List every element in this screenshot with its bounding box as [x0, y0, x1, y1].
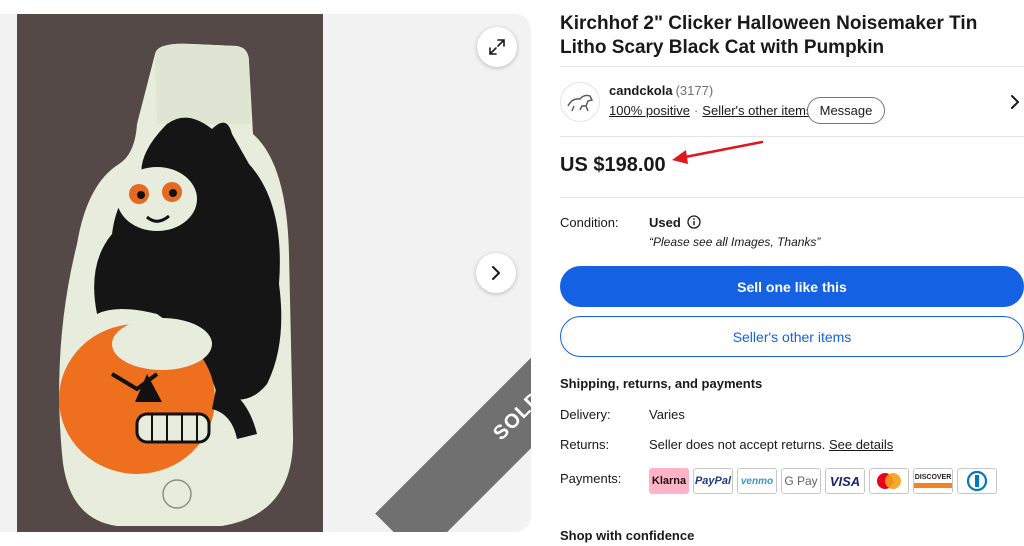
sold-ribbon: SOLD	[375, 273, 531, 532]
venmo-icon: venmo	[737, 468, 777, 494]
item-price: US $198.00	[560, 154, 666, 176]
condition-value-line: Used	[649, 215, 701, 230]
sold-label: SOLD	[488, 386, 531, 445]
seller-other-items-link[interactable]: Seller's other items	[702, 103, 812, 118]
message-button[interactable]: Message	[807, 97, 885, 124]
divider	[560, 197, 1024, 198]
product-photo[interactable]	[17, 14, 323, 532]
returns-row: Returns: Seller does not accept returns.…	[560, 437, 1024, 453]
horse-icon	[567, 94, 594, 112]
diners-club-icon	[957, 468, 997, 494]
payment-logos: Klarna PayPal venmo G Pay VISA DISCOVER	[649, 468, 997, 494]
next-image-button[interactable]	[476, 253, 516, 293]
seller-links: 100% positive·Seller's other items·	[609, 103, 825, 118]
annotation-arrow-icon	[672, 140, 764, 164]
google-pay-icon: G Pay	[781, 468, 821, 494]
mastercard-icon	[869, 468, 909, 494]
payments-label: Payments:	[560, 471, 622, 486]
feedback-count: (3177)	[675, 83, 714, 98]
discover-label: DISCOVER	[914, 474, 952, 481]
divider	[560, 66, 1024, 67]
delivery-row: Delivery: Varies	[560, 407, 1024, 423]
sellers-other-items-button[interactable]: Seller's other items	[560, 316, 1024, 357]
seller-card[interactable]: candckola (3177) 100% positive · Seller's o…	[560, 82, 1024, 126]
discover-icon: DISCOVER	[913, 468, 953, 494]
expand-image-button[interactable]	[477, 27, 517, 67]
paypal-icon: PayPal	[693, 468, 733, 494]
condition-note: “Please see all Images, Thanks”	[649, 235, 821, 249]
separator-dot: ·	[693, 103, 699, 118]
payments-row: Payments:	[560, 471, 640, 487]
next-arrow-icon	[492, 266, 500, 280]
visa-icon: VISA	[825, 468, 865, 494]
seller-avatar[interactable]	[560, 82, 600, 122]
info-icon[interactable]	[687, 215, 701, 229]
see-details-link[interactable]: See details	[829, 437, 893, 452]
klarna-icon: Klarna	[649, 468, 689, 494]
condition-value: Used	[649, 215, 681, 230]
divider	[560, 136, 1024, 137]
seller-name[interactable]: candckola	[609, 83, 673, 98]
sell-one-like-this-button[interactable]: Sell one like this	[560, 266, 1024, 307]
image-gallery: SOLD	[0, 14, 531, 532]
positive-feedback-link[interactable]: 100% positive	[609, 103, 690, 118]
chevron-right-icon[interactable]	[1009, 94, 1021, 110]
delivery-label: Delivery:	[560, 407, 611, 422]
delivery-value: Varies	[649, 407, 685, 422]
expand-icon	[489, 39, 505, 55]
seller-name-line[interactable]: candckola (3177)	[609, 83, 713, 98]
shipping-heading: Shipping, returns, and payments	[560, 376, 763, 391]
condition-row: Condition: Used “Please see all Images, …	[560, 215, 1024, 255]
listing-title: Kirchhof 2" Clicker Halloween Noisemaker…	[560, 13, 978, 58]
returns-label: Returns:	[560, 437, 610, 452]
condition-label: Condition:	[560, 215, 619, 230]
returns-value: Seller does not accept returns.	[649, 437, 826, 452]
shop-with-confidence-heading: Shop with confidence	[560, 528, 695, 543]
returns-value-line: Seller does not accept returns. See deta…	[649, 437, 893, 452]
